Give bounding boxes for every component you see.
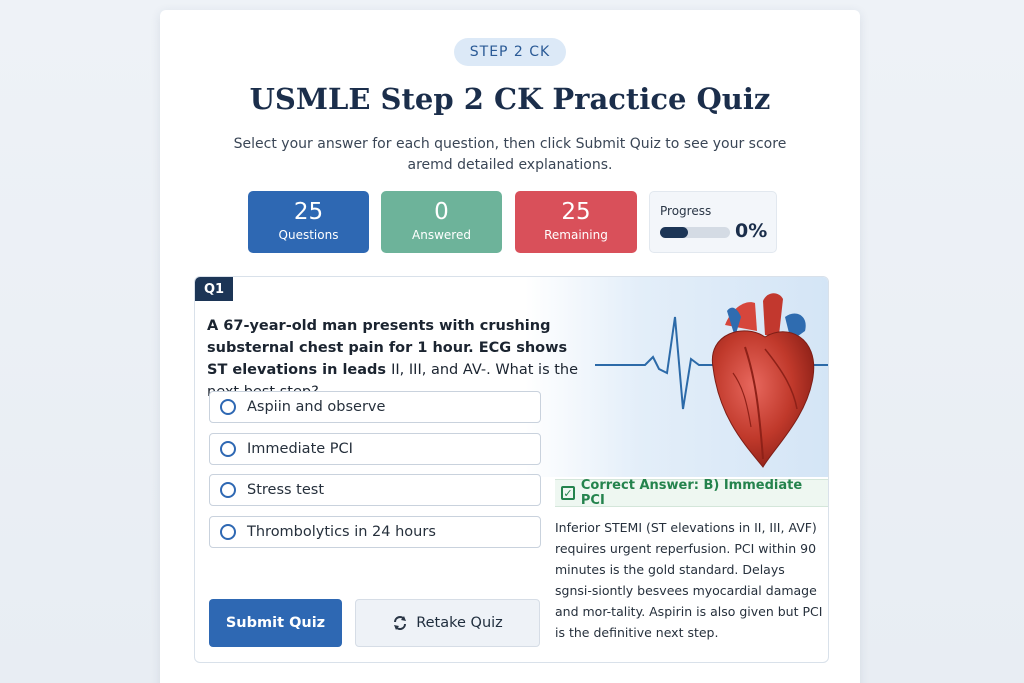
stat-answered: 0 Answered: [381, 191, 502, 253]
progress-value: 0%: [735, 220, 768, 242]
checkbox-icon: ✓: [561, 486, 575, 500]
question-number-tag: Q1: [195, 277, 233, 301]
retake-quiz-label: Retake Quiz: [416, 615, 503, 631]
option-d[interactable]: Thrombolytics in 24 hours: [209, 516, 541, 548]
question-text: A 67-year-old man presents with crushing…: [207, 315, 592, 403]
stat-questions: 25 Questions: [248, 191, 369, 253]
question-panel: Q1 A 67-year-old man presents with crush…: [194, 276, 829, 663]
exam-badge: STEP 2 CK: [454, 38, 566, 66]
retake-quiz-button[interactable]: Retake Quiz: [355, 599, 540, 647]
stat-remaining-label: Remaining: [544, 228, 608, 242]
stat-answered-value: 0: [434, 199, 449, 225]
progress-label: Progress: [660, 204, 712, 218]
option-a[interactable]: Aspiin and observe: [209, 391, 541, 423]
submit-quiz-button[interactable]: Submit Quiz: [209, 599, 342, 647]
option-b-label: Immediate PCI: [247, 441, 353, 457]
page-subtitle: Select your answer for each question, th…: [233, 136, 787, 173]
radio-icon[interactable]: [220, 399, 236, 415]
page-title: USMLE Step 2 CK Practice Quiz: [249, 82, 771, 116]
option-c-label: Stress test: [247, 482, 325, 498]
radio-icon[interactable]: [220, 524, 236, 540]
refresh-icon: [394, 616, 407, 630]
progress-bar: [660, 227, 730, 238]
progress-fill: [660, 227, 688, 238]
heart-ecg-illustration: [595, 293, 828, 468]
quiz-card: STEP 2 CK USMLE Step 2 CK Practice Quiz …: [160, 10, 860, 683]
option-d-label: Thrombolytics in 24 hours: [247, 524, 436, 540]
stat-questions-label: Questions: [278, 228, 339, 242]
radio-icon[interactable]: [220, 441, 236, 457]
correct-answer-text: Correct Answer: B) Immediate PCI: [580, 478, 803, 508]
stat-remaining: 25 Remaining: [515, 191, 637, 253]
option-a-label: Aspiin and observe: [247, 399, 386, 415]
stat-answered-label: Answered: [412, 228, 471, 242]
stat-remaining-value: 25: [561, 199, 591, 225]
option-b[interactable]: Immediate PCI: [209, 433, 541, 465]
option-c[interactable]: Stress test: [209, 474, 541, 506]
correct-answer-banner: ✓ Correct Answer: B) Immediate PCI: [555, 478, 828, 508]
radio-icon[interactable]: [220, 482, 236, 498]
progress-box: Progress 0%: [649, 191, 777, 253]
answer-explanation: Inferior STEMI (ST elevations in II, III…: [555, 520, 823, 640]
stat-questions-value: 25: [293, 199, 324, 225]
